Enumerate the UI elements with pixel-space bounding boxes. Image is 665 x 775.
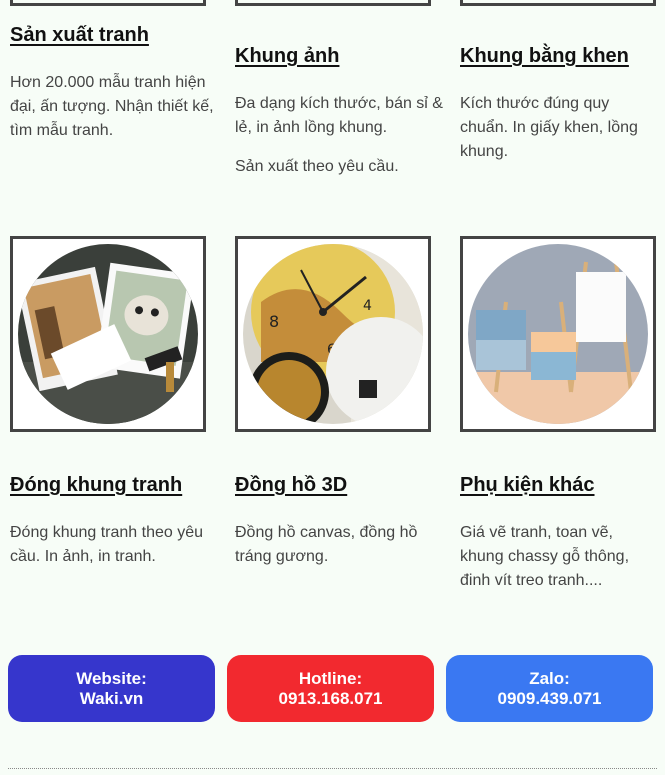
card-phu-kien-khac: Phụ kiện khác Giá vẽ tranh, toan vẽ, khu… xyxy=(460,474,640,593)
image-frame-top-1 xyxy=(10,0,206,6)
card-khung-bang-khen: Khung bằng khen Kích thước đúng quy chuẩ… xyxy=(460,45,650,164)
card-dong-khung-tranh: Đóng khung tranh Đóng khung tranh theo y… xyxy=(10,474,220,569)
image-frame-top-3 xyxy=(460,0,656,6)
card-title-link[interactable]: Khung bằng khen xyxy=(460,45,650,68)
image-link-dong-khung[interactable] xyxy=(10,236,206,432)
hotline-label: Hotline: xyxy=(298,668,363,688)
image-frame-top-2 xyxy=(235,0,431,6)
card-description: Đồng hồ canvas, đồng hồ tráng gương. xyxy=(235,524,418,565)
easel-canvas-icon xyxy=(468,244,648,424)
card-title-link[interactable]: Phụ kiện khác xyxy=(460,474,640,497)
clock-3d-icon: 8 4 6 xyxy=(243,244,423,424)
image-link-dong-ho[interactable]: 8 4 6 xyxy=(235,236,431,432)
card-san-xuat-tranh: Sản xuất tranh Hơn 20.000 mẫu tranh hiện… xyxy=(10,24,220,143)
website-label: Website: xyxy=(76,668,147,688)
card-title-link[interactable]: Đóng khung tranh xyxy=(10,474,220,497)
website-button[interactable]: Website: Waki.vn xyxy=(8,655,215,722)
card-title-link[interactable]: Đồng hồ 3D xyxy=(235,474,445,497)
card-description: Sản xuất theo yêu cầu. xyxy=(235,158,399,175)
card-dong-ho-3d: Đồng hồ 3D Đồng hồ canvas, đồng hồ tráng… xyxy=(235,474,445,569)
card-description: Đóng khung tranh theo yêu cầu. In ảnh, i… xyxy=(10,524,204,565)
card-title-link[interactable]: Sản xuất tranh xyxy=(10,24,220,47)
photo-framing-icon xyxy=(18,244,198,424)
footer-divider xyxy=(8,768,657,769)
website-value: Waki.vn xyxy=(79,688,144,708)
card-description: Kích thước đúng quy chuẩn. In giấy khen,… xyxy=(460,95,638,160)
svg-text:4: 4 xyxy=(363,298,372,314)
image-link-phu-kien[interactable] xyxy=(460,236,656,432)
card-description: Giá vẽ tranh, toan vẽ, khung chassy gỗ t… xyxy=(460,524,630,589)
card-description: Hơn 20.000 mẫu tranh hiện đại, ấn tượng.… xyxy=(10,74,214,139)
hotline-value: 0913.168.071 xyxy=(278,688,383,708)
svg-text:8: 8 xyxy=(269,312,279,331)
card-description: Đa dạng kích thước, bán sỉ & lẻ, in ảnh … xyxy=(235,95,443,136)
zalo-value: 0909.439.071 xyxy=(497,688,602,708)
card-title-link[interactable]: Khung ảnh xyxy=(235,45,445,68)
zalo-button[interactable]: Zalo: 0909.439.071 xyxy=(446,655,653,722)
card-khung-anh: Khung ảnh Đa dạng kích thước, bán sỉ & l… xyxy=(235,45,445,179)
zalo-label: Zalo: xyxy=(529,668,570,688)
hotline-button[interactable]: Hotline: 0913.168.071 xyxy=(227,655,434,722)
